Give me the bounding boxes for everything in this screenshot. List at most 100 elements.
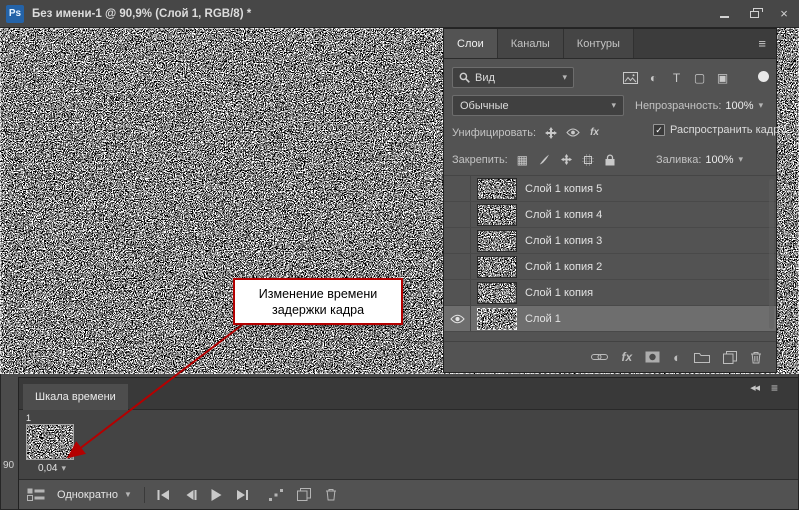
filter-type-layers-icon[interactable]: T — [668, 71, 685, 85]
playback-controls — [157, 489, 249, 501]
layer-thumbnail — [478, 283, 516, 303]
layer-style-icon[interactable]: fx — [621, 350, 632, 364]
layer-row[interactable]: Слой 1 копия 3 — [444, 228, 776, 254]
lock-all-icon[interactable] — [603, 154, 618, 166]
lock-artboard-icon[interactable] — [581, 154, 596, 166]
filter-toggle-switch[interactable] — [758, 71, 769, 82]
frame-number: 1 — [26, 413, 80, 424]
frame-delay-select[interactable]: 0,04 ▾ — [24, 463, 80, 474]
layer-row[interactable]: Слой 1 копия 4 — [444, 202, 776, 228]
chevron-down-icon[interactable]: ▾ — [739, 154, 744, 165]
propagate-frame-checkbox[interactable]: ✓ — [653, 124, 665, 136]
layers-panel: Слои Каналы Контуры ≡ Вид ▾ ◐ T ▢ ▣ Обыч… — [443, 28, 777, 373]
layer-row[interactable]: Слой 1 копия 2 — [444, 254, 776, 280]
unify-label: Унифицировать: — [452, 127, 536, 139]
delete-frame-icon[interactable] — [325, 488, 337, 501]
lock-controls: Закрепить: ▦ — [452, 150, 618, 169]
unify-controls: Унифицировать: fx — [452, 123, 602, 142]
layer-list: Слой 1 копия 5 Слой 1 копия 4 Слой 1 коп… — [444, 176, 776, 332]
previous-frame-button[interactable] — [184, 490, 197, 500]
fill-value[interactable]: 100% — [705, 154, 733, 166]
tween-frames-icon[interactable] — [269, 489, 283, 501]
frame-edit-controls — [269, 488, 337, 501]
layer-mask-icon[interactable] — [645, 351, 660, 363]
fill-label: Заливка: — [656, 154, 701, 166]
layer-thumbnail — [478, 179, 516, 199]
opacity-control: Непрозрачность: 100% ▾ — [635, 95, 763, 116]
next-frame-button[interactable] — [236, 490, 249, 500]
annotation-text-line1: Изменение времени — [259, 286, 377, 302]
lock-position-icon[interactable] — [559, 154, 574, 165]
restore-button[interactable] — [739, 0, 769, 27]
title-bar: Ps Без имени-1 @ 90,9% (Слой 1, RGB/8) *… — [0, 0, 799, 28]
layer-row-selected[interactable]: Слой 1 — [444, 306, 776, 332]
lock-image-brush-icon[interactable] — [537, 154, 552, 165]
loop-count-select[interactable]: Однократно ▼ — [57, 489, 132, 501]
layer-thumbnail — [478, 257, 516, 277]
layer-name: Слой 1 копия 4 — [525, 209, 602, 221]
timeline-panel: Шкала времени ◀◀ ≡ 1 0,04 ▾ Однократно — [18, 377, 799, 510]
restore-icon — [750, 11, 759, 18]
new-layer-icon[interactable] — [723, 351, 737, 364]
lock-transparency-icon[interactable]: ▦ — [515, 153, 530, 167]
layer-row[interactable]: Слой 1 копия 5 — [444, 176, 776, 202]
minimize-button[interactable] — [709, 0, 739, 27]
visibility-toggle[interactable] — [444, 176, 471, 201]
chevron-down-icon[interactable]: ▾ — [759, 100, 764, 111]
visibility-toggle[interactable] — [444, 254, 471, 279]
layer-filter-value: Вид — [475, 72, 495, 84]
tab-timeline[interactable]: Шкала времени — [23, 384, 128, 410]
visibility-toggle[interactable] — [444, 306, 471, 331]
play-button[interactable] — [211, 489, 222, 501]
duplicate-frame-icon[interactable] — [297, 488, 311, 501]
divider — [144, 487, 145, 503]
chevron-down-icon: ▼ — [124, 490, 132, 499]
delete-layer-icon[interactable] — [750, 351, 762, 364]
layer-row[interactable]: Слой 1 копия — [444, 280, 776, 306]
tab-paths[interactable]: Контуры — [564, 29, 634, 58]
layer-name: Слой 1 копия — [525, 287, 593, 299]
layer-name: Слой 1 копия 5 — [525, 183, 602, 195]
layer-name: Слой 1 — [525, 313, 561, 325]
fill-control: Заливка: 100% ▾ — [656, 150, 743, 169]
new-group-icon[interactable] — [694, 351, 710, 363]
annotation-text-line2: задержки кадра — [272, 302, 364, 318]
animation-frame-1[interactable]: 1 0,04 ▾ — [24, 413, 80, 474]
collapse-panel-icon[interactable]: ◀◀ — [750, 384, 759, 392]
timeline-tab-bar: Шкала времени ◀◀ ≡ — [19, 378, 798, 410]
layers-scrollbar[interactable] — [769, 179, 774, 329]
filter-pixel-layers-icon[interactable] — [622, 72, 639, 84]
adjustment-layer-icon[interactable]: ◐ — [673, 350, 681, 365]
opacity-label: Непрозрачность: — [635, 100, 721, 112]
visibility-toggle[interactable] — [444, 202, 471, 227]
layer-filter-combo[interactable]: Вид ▾ — [452, 67, 574, 88]
zoom-level: 90 — [3, 460, 14, 471]
filter-adjustment-layers-icon[interactable]: ◐ — [645, 71, 662, 85]
unify-position-icon[interactable] — [543, 127, 558, 139]
filter-shape-layers-icon[interactable]: ▢ — [691, 71, 708, 85]
chevron-down-icon: ▾ — [61, 463, 66, 474]
blend-mode-select[interactable]: Обычные ▾ — [452, 95, 624, 116]
visibility-toggle[interactable] — [444, 228, 471, 253]
timeline-menu-icon[interactable]: ≡ — [771, 381, 778, 395]
first-frame-button[interactable] — [157, 490, 170, 500]
frame-thumbnail — [26, 424, 74, 460]
panel-tab-bar: Слои Каналы Контуры ≡ — [444, 29, 776, 59]
unify-visibility-icon[interactable] — [565, 128, 580, 137]
link-layers-icon[interactable] — [591, 353, 608, 361]
filter-smart-object-icon[interactable]: ▣ — [714, 71, 731, 85]
visibility-toggle[interactable] — [444, 280, 471, 305]
close-button[interactable]: × — [769, 0, 799, 27]
convert-to-timeline-icon[interactable] — [27, 488, 45, 501]
opacity-value[interactable]: 100% — [725, 100, 753, 112]
panel-menu-icon[interactable]: ≡ — [748, 29, 776, 58]
propagate-frame-label: Распространить кадр 1 — [670, 124, 788, 136]
unify-style-icon[interactable]: fx — [587, 127, 602, 138]
timeline-header-icons: ◀◀ ≡ — [750, 381, 778, 395]
tab-layers[interactable]: Слои — [444, 29, 498, 58]
layers-footer-bar: fx ◐ — [444, 341, 776, 372]
chevron-down-icon: ▾ — [611, 100, 616, 111]
layer-thumbnail — [478, 231, 516, 251]
annotation-callout: Изменение времени задержки кадра — [233, 278, 403, 325]
tab-channels[interactable]: Каналы — [498, 29, 564, 58]
